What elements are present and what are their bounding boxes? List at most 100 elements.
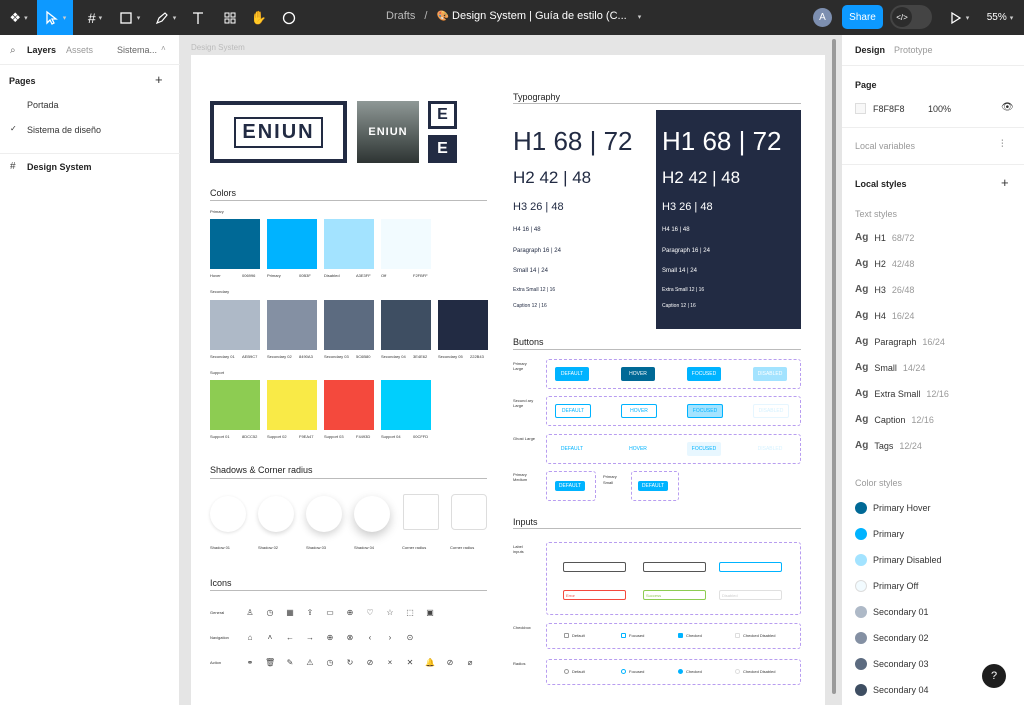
button-hover[interactable]: HOVER xyxy=(621,442,655,456)
comment-tool-button[interactable] xyxy=(277,0,301,35)
button-focused[interactable]: FOCUSED xyxy=(687,442,721,456)
file-name[interactable]: Design System | Guía de estilo (C... xyxy=(452,10,627,22)
main-menu-button[interactable]: ❖ ▾ xyxy=(0,0,37,35)
add-page-icon[interactable]: + xyxy=(155,72,163,87)
share-button[interactable]: Share xyxy=(842,5,883,29)
resources-button[interactable] xyxy=(218,0,242,35)
swatch-name: Hover xyxy=(210,273,221,278)
frame-tool-button[interactable]: # ▾ xyxy=(80,0,110,35)
color-style-item[interactable]: Secondary 01 xyxy=(855,606,929,618)
text-style-icon: Ag xyxy=(855,232,869,243)
canvas-scrollbar[interactable] xyxy=(832,39,836,694)
search-icon[interactable]: ⌕ xyxy=(10,45,16,56)
text-style-item[interactable]: Ag H4 16/24 xyxy=(855,310,914,321)
color-style-item[interactable]: Secondary 04 xyxy=(855,684,929,696)
add-style-icon[interactable]: + xyxy=(1001,175,1009,190)
color-style-swatch xyxy=(855,684,867,696)
radio[interactable] xyxy=(621,669,626,674)
shadow-label: Shadow 02 xyxy=(258,545,279,550)
present-button[interactable]: ▾ xyxy=(946,0,970,35)
shape-tool-button[interactable]: ▾ xyxy=(114,0,144,35)
text-tool-button[interactable] xyxy=(186,0,210,35)
avatar[interactable]: A xyxy=(813,8,832,27)
color-swatch xyxy=(381,219,431,269)
color-style-item[interactable]: Secondary 02 xyxy=(855,632,929,644)
button-default[interactable]: DEFAULT xyxy=(555,442,589,456)
button-default[interactable]: DEFAULT xyxy=(555,404,591,418)
color-style-item[interactable]: Primary Hover xyxy=(855,502,931,514)
button-focused[interactable]: FOCUSED xyxy=(687,404,723,418)
cursor-icon xyxy=(46,10,58,25)
button-hover[interactable]: HOVER xyxy=(621,404,657,418)
input-error[interactable]: Error xyxy=(563,590,626,600)
button-small-default[interactable]: DEFAULT xyxy=(638,481,668,491)
text-style-item[interactable]: Ag Extra Small 12/16 xyxy=(855,388,949,399)
color-style-item[interactable]: Primary Disabled xyxy=(855,554,942,566)
swatch-hex: F9EA47 xyxy=(299,434,314,439)
page-color-value[interactable]: F8F8F8 xyxy=(873,104,905,114)
input-hover[interactable] xyxy=(643,562,706,572)
tab-prototype[interactable]: Prototype xyxy=(894,45,933,55)
page-item-portada[interactable]: Portada xyxy=(27,100,59,110)
checkbox[interactable] xyxy=(735,633,740,638)
icon-glyph: ˄ xyxy=(267,633,273,642)
zoom-dropdown[interactable]: 55% ▾ xyxy=(980,0,1020,35)
page-color-swatch[interactable] xyxy=(855,103,866,114)
color-style-item[interactable]: Secondary 03 xyxy=(855,658,929,670)
page-dropdown[interactable]: Sistema... xyxy=(117,45,157,55)
tab-design[interactable]: Design xyxy=(855,45,885,55)
breadcrumb-drafts[interactable]: Drafts xyxy=(386,10,415,22)
button-default[interactable]: DEFAULT xyxy=(555,367,589,381)
checkbox[interactable] xyxy=(564,633,569,638)
color-style-swatch xyxy=(855,632,867,644)
text-style-size: 12/16 xyxy=(911,414,934,425)
text-style-item[interactable]: Ag Small 14/24 xyxy=(855,362,925,373)
text-style-item[interactable]: Ag H2 42/48 xyxy=(855,258,914,269)
frame-label[interactable]: Design System xyxy=(191,43,245,52)
tab-assets[interactable]: Assets xyxy=(66,45,93,55)
design-system-frame[interactable]: ENIUN ENIUN E E Colors Primary Hover 0069… xyxy=(191,55,825,705)
checkbox[interactable] xyxy=(621,633,626,638)
text-style-item[interactable]: Ag H1 68/72 xyxy=(855,232,914,243)
layer-design-system[interactable]: Design System xyxy=(27,162,92,172)
button-disabled[interactable]: DISABLED xyxy=(753,367,787,381)
local-variables-button[interactable]: Local variables xyxy=(855,141,915,151)
button-focused[interactable]: FOCUSED xyxy=(687,367,721,381)
chevron-up-icon[interactable]: ˄ xyxy=(161,44,166,53)
color-style-item[interactable]: Primary xyxy=(855,528,904,540)
hand-tool-button[interactable]: ✋ xyxy=(247,0,271,35)
breadcrumb[interactable]: Drafts / 🎨 Design System | Guía de estil… xyxy=(386,10,641,22)
page-item-sistema[interactable]: Sistema de diseño xyxy=(27,125,101,135)
button-disabled[interactable]: DISABLED xyxy=(753,404,789,418)
dev-mode-toggle[interactable]: </> xyxy=(890,5,932,29)
pen-tool-button[interactable]: ▾ xyxy=(150,0,180,35)
input-focused[interactable] xyxy=(719,562,782,572)
page-opacity-value[interactable]: 100% xyxy=(928,104,951,114)
canvas[interactable]: Design System ENIUN ENIUN E E Colors Pri… xyxy=(180,35,841,705)
input-success[interactable]: Success xyxy=(643,590,706,600)
button-medium-default[interactable]: DEFAULT xyxy=(555,481,585,491)
text-style-item[interactable]: Ag Caption 12/16 xyxy=(855,414,934,425)
radio[interactable] xyxy=(735,669,740,674)
color-style-item[interactable]: Primary Off xyxy=(855,580,918,592)
input-default[interactable] xyxy=(563,562,626,572)
text-style-item[interactable]: Ag H3 26/48 xyxy=(855,284,914,295)
text-style-item[interactable]: Ag Tags 12/24 xyxy=(855,440,922,451)
radio[interactable] xyxy=(564,669,569,674)
play-icon xyxy=(951,11,961,24)
button-disabled[interactable]: DISABLED xyxy=(753,442,787,456)
radio[interactable] xyxy=(678,669,683,674)
chevron-down-icon[interactable]: ▾ xyxy=(638,14,642,21)
sliders-icon[interactable]: ⫶ xyxy=(1001,139,1004,150)
divider xyxy=(842,127,1024,128)
icon-glyph: › xyxy=(388,633,392,642)
tab-layers[interactable]: Layers xyxy=(27,45,56,55)
text-style-item[interactable]: Ag Paragraph 16/24 xyxy=(855,336,945,347)
help-button[interactable]: ? xyxy=(982,664,1006,688)
button-hover[interactable]: HOVER xyxy=(621,367,655,381)
divider xyxy=(513,349,801,350)
move-tool-button[interactable]: ▾ xyxy=(37,0,73,35)
checkbox[interactable] xyxy=(678,633,683,638)
icon-glyph: ⊘ xyxy=(446,658,454,667)
eye-icon[interactable]: 👁 xyxy=(1001,102,1014,113)
